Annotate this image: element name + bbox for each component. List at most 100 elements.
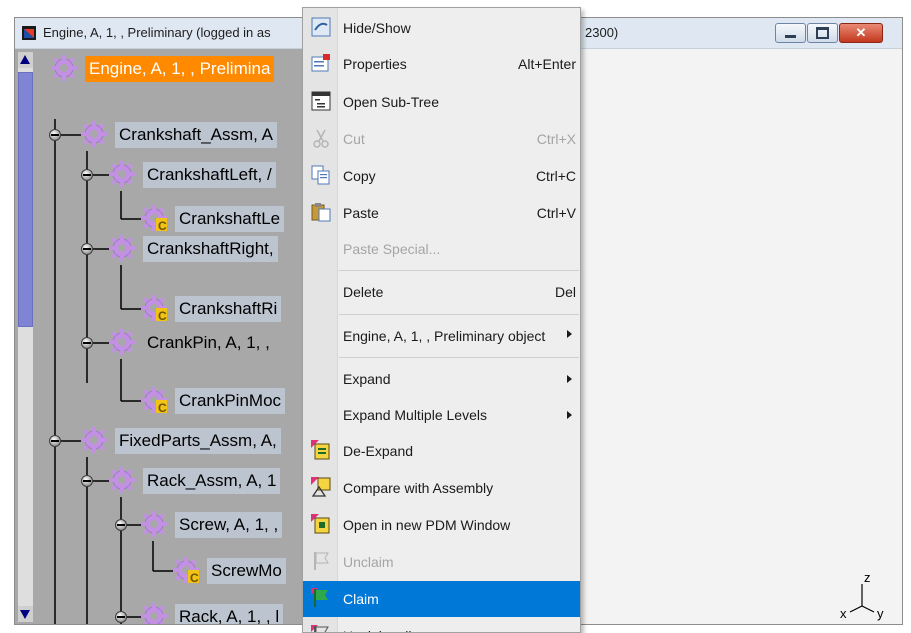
configuration-gear-icon (141, 205, 167, 231)
tree-node-label: CrankshaftRight, (143, 236, 278, 262)
submenu-arrow-icon (567, 375, 572, 383)
menu-item-delete[interactable]: Delete Del (303, 274, 580, 310)
tree-node-label: CrankshaftLe (175, 206, 285, 232)
scroll-up-button[interactable] (18, 52, 33, 68)
collapse-toggle[interactable] (115, 519, 127, 531)
gear-icon (51, 55, 77, 81)
gear-icon (109, 467, 135, 493)
menu-item-shortcut: Ctrl+V (536, 205, 576, 221)
menu-item-expand[interactable]: Expand (303, 361, 580, 397)
tree-node-label: Screw, A, 1, , (175, 512, 283, 538)
tree-node-label: CrankPin, A, 1, , (147, 333, 270, 352)
close-button[interactable]: ✕ (839, 23, 883, 43)
sub-tree-icon (311, 91, 331, 111)
gear-icon (81, 427, 107, 453)
hide-show-icon (311, 17, 331, 37)
configuration-gear-icon (141, 387, 167, 413)
paste-icon (311, 203, 331, 222)
menu-item-paste[interactable]: Paste Ctrl+V (303, 195, 580, 231)
arrow-up-icon (20, 55, 30, 64)
compare-icon (311, 477, 331, 497)
context-menu: Hide/Show Properties Alt+Enter Open Sub-… (302, 7, 581, 633)
menu-item-label: De-Expand (343, 443, 414, 459)
collapse-toggle[interactable] (81, 243, 93, 255)
collapse-toggle[interactable] (115, 611, 127, 623)
gear-icon (141, 511, 167, 537)
menu-item-properties[interactable]: Properties Alt+Enter (303, 46, 580, 82)
menu-item-expand-multiple-levels[interactable]: Expand Multiple Levels (303, 397, 580, 433)
menu-item-label: Open Sub-Tree (343, 94, 439, 110)
menu-item-label: Open in new PDM Window (343, 517, 511, 533)
menu-item-label: Compare with Assembly (343, 480, 494, 496)
menu-item-de-expand[interactable]: De-Expand (303, 433, 580, 469)
copy-icon (311, 165, 330, 185)
axis-triad-icon: z x y (840, 570, 884, 621)
claim-flag-icon (311, 588, 328, 607)
collapse-toggle[interactable] (81, 475, 93, 487)
collapse-toggle[interactable] (81, 337, 93, 349)
menu-item-cut[interactable]: Cut Ctrl+X (303, 121, 580, 157)
menu-item-label: Expand Multiple Levels (343, 407, 487, 423)
gear-icon (109, 161, 135, 187)
scissors-icon (313, 129, 329, 148)
scroll-down-button[interactable] (18, 606, 33, 622)
tree-node-label: CrankshaftRi (175, 296, 282, 322)
tree-node-label: Crankshaft_Assm, A (115, 122, 278, 148)
menu-item-label: Expand (343, 371, 391, 387)
tree-node-label: FixedParts_Assm, A, (115, 428, 281, 454)
menu-item-label: Unclaim (343, 554, 394, 570)
minimize-icon (785, 34, 796, 38)
tree-node-label: Rack, A, 1, , l (175, 604, 284, 624)
minimize-button[interactable] (775, 23, 806, 43)
tree-scrollbar[interactable] (18, 52, 33, 622)
unclaim-flag-icon (314, 552, 329, 570)
unclaim-all-icon (311, 625, 329, 632)
menu-item-label: Paste (343, 205, 379, 221)
menu-item-shortcut: Ctrl+X (536, 131, 576, 147)
axis-x-label: x (840, 606, 847, 621)
arrow-down-icon (20, 610, 30, 619)
submenu-arrow-icon (567, 330, 572, 338)
app-icon (22, 26, 36, 40)
menu-item-open-sub-tree[interactable]: Open Sub-Tree (303, 84, 580, 120)
axis-y-label: y (877, 606, 884, 621)
menu-item-label: Paste Special... (343, 241, 441, 257)
collapse-toggle[interactable] (49, 435, 61, 447)
menu-item-unclaim[interactable]: Unclaim (303, 544, 580, 580)
menu-separator (339, 270, 579, 271)
maximize-icon (816, 27, 829, 39)
menu-item-shortcut: Alt+Enter (518, 56, 576, 72)
menu-item-claim[interactable]: Claim (303, 581, 580, 617)
menu-item-label: Cut (343, 131, 365, 147)
menu-item-unclaim-all[interactable]: Unclaim all (303, 618, 580, 632)
scroll-thumb[interactable] (18, 72, 33, 327)
window-title: Engine, A, 1, , Preliminary (logged in a… (43, 25, 271, 40)
configuration-gear-icon (141, 295, 167, 321)
menu-item-label: Unclaim all (343, 618, 411, 632)
menu-separator (339, 357, 579, 358)
menu-item-shortcut: Del (554, 284, 576, 300)
gear-icon (109, 235, 135, 261)
menu-item-paste-special[interactable]: Paste Special... (303, 231, 580, 267)
collapse-toggle[interactable] (81, 169, 93, 181)
tree-node-label: ScrewMo (207, 558, 286, 584)
menu-item-compare-with-assembly[interactable]: Compare with Assembly (303, 470, 580, 506)
maximize-button[interactable] (807, 23, 838, 43)
properties-icon (311, 54, 330, 72)
gear-icon (141, 603, 167, 624)
menu-item-hide-show[interactable]: Hide/Show (303, 10, 580, 46)
configuration-gear-icon (173, 557, 199, 583)
menu-item-label: Delete (343, 284, 384, 300)
gear-icon (81, 121, 107, 147)
tree-node-label: Rack_Assm, A, 1 (143, 468, 281, 494)
collapse-toggle[interactable] (49, 129, 61, 141)
tree-node-label: CrankshaftLeft, / (143, 162, 276, 188)
axis-z-label: z (864, 570, 871, 585)
menu-item-object-submenu[interactable]: Engine, A, 1, , Preliminary object (303, 318, 580, 354)
menu-item-copy[interactable]: Copy Ctrl+C (303, 158, 580, 194)
menu-item-label: Engine, A, 1, , Preliminary object (343, 328, 546, 344)
pdm-window-icon (311, 514, 330, 534)
menu-item-shortcut: Ctrl+C (535, 168, 576, 184)
menu-item-open-in-new-pdm-window[interactable]: Open in new PDM Window (303, 507, 580, 543)
submenu-arrow-icon (567, 411, 572, 419)
